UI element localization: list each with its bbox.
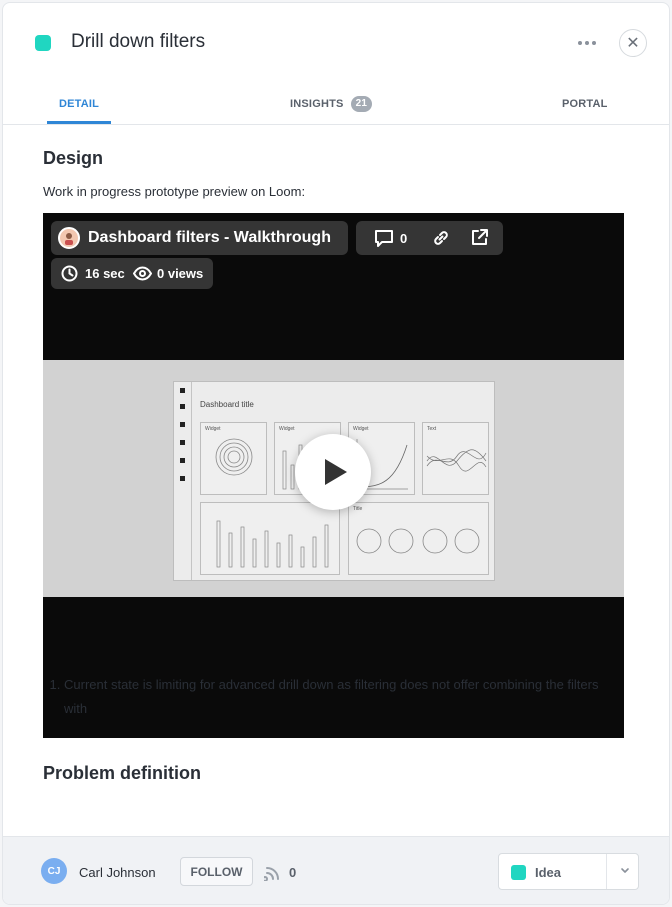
close-icon: ✕ — [626, 35, 640, 52]
tab-insights[interactable]: INSIGHTS 21 — [290, 96, 373, 112]
gauge-circles-graphic — [356, 528, 480, 554]
range-bars-graphic — [216, 520, 329, 568]
mockup-chart-panel — [200, 502, 340, 575]
avatar[interactable]: CJ — [41, 858, 67, 884]
mockup-dashboard-title: Dashboard title — [200, 400, 254, 409]
loom-video-embed[interactable]: Dashboard filters - Walkthrough 0 16 sec — [43, 213, 624, 738]
ellipsis-icon — [585, 41, 589, 45]
video-title-pill: Dashboard filters - Walkthrough — [51, 221, 348, 255]
card-footer: CJ Carl Johnson FOLLOW 0 Idea — [3, 836, 669, 904]
video-actions-pill: 0 — [356, 221, 503, 255]
close-button[interactable]: ✕ — [619, 29, 647, 57]
card-header: Drill down filters ✕ — [3, 3, 669, 81]
video-meta-pill: 16 sec 0 views — [51, 258, 213, 289]
active-tab-indicator — [47, 121, 111, 124]
video-views: 0 views — [157, 266, 204, 281]
video-preview-frame: Dashboard title Widget Widget Widget Tex… — [43, 360, 624, 597]
more-options-button[interactable] — [573, 29, 601, 57]
problem-list: Current state is limiting for advanced d… — [64, 673, 624, 721]
concentric-circles-graphic — [215, 438, 253, 476]
status-dropdown[interactable]: Idea — [498, 853, 639, 890]
external-link-icon[interactable] — [470, 228, 489, 247]
idea-detail-card: Drill down filters ✕ DETAIL INSIGHTS 21 … — [2, 2, 670, 905]
ellipsis-icon — [592, 41, 596, 45]
tab-label: INSIGHTS — [290, 98, 344, 110]
follow-button[interactable]: FOLLOW — [180, 857, 253, 886]
design-description: Work in progress prototype preview on Lo… — [43, 184, 306, 199]
tab-label: PORTAL — [562, 98, 608, 110]
wave-graphic — [426, 449, 487, 472]
creator-avatar — [58, 227, 80, 249]
signal-icon — [264, 867, 279, 881]
page-title: Drill down filters — [71, 31, 206, 52]
signal-count: 0 — [289, 865, 297, 880]
video-title: Dashboard filters - Walkthrough — [88, 229, 331, 246]
mockup-sidebar — [174, 382, 192, 580]
mockup-widget: Text — [422, 422, 489, 495]
ellipsis-icon — [578, 41, 582, 45]
video-duration: 16 sec — [85, 266, 125, 281]
tab-detail[interactable]: DETAIL — [59, 98, 99, 110]
user-name: Carl Johnson — [79, 865, 156, 880]
comment-icon[interactable] — [374, 229, 394, 247]
design-heading: Design — [43, 148, 104, 168]
play-button[interactable] — [295, 434, 371, 510]
insights-count-badge: 21 — [350, 96, 373, 112]
divider — [606, 854, 607, 889]
link-icon[interactable] — [432, 229, 450, 247]
status-label: Idea — [535, 865, 562, 880]
chevron-down-icon[interactable] — [618, 863, 632, 877]
comment-count: 0 — [400, 231, 408, 246]
status-color-indicator — [35, 35, 51, 51]
status-color-indicator — [511, 865, 526, 880]
tab-bar: DETAIL INSIGHTS 21 PORTAL — [3, 81, 669, 125]
tab-portal[interactable]: PORTAL — [562, 98, 608, 110]
problem-heading: Problem definition — [43, 763, 202, 783]
clock-icon — [61, 265, 78, 282]
list-item: Current state is limiting for advanced d… — [64, 673, 624, 721]
detail-content: Design Work in progress prototype previe… — [3, 126, 669, 836]
mockup-gauges-panel: Title — [348, 502, 489, 575]
eye-icon — [133, 266, 152, 281]
person-icon — [65, 233, 73, 245]
tab-label: DETAIL — [59, 98, 100, 110]
mockup-widget: Widget — [200, 422, 267, 495]
